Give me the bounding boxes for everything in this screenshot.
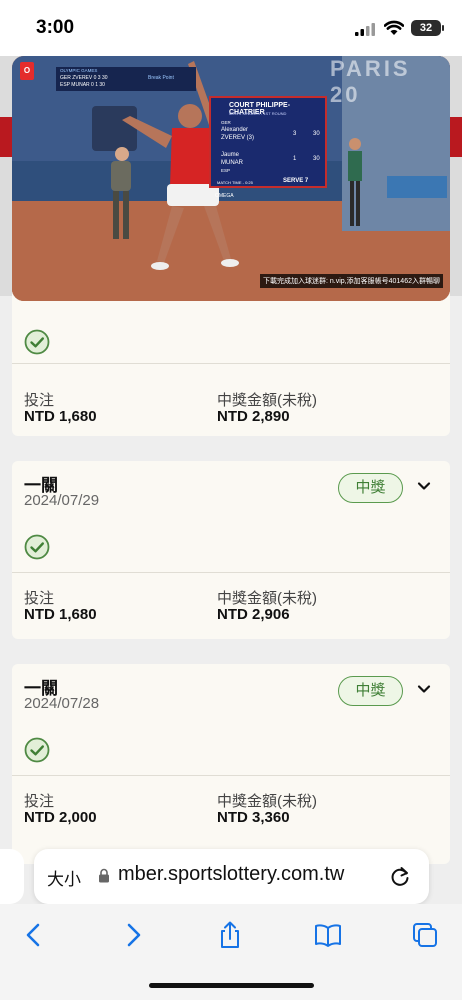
signal-icon	[355, 23, 375, 36]
reload-icon[interactable]	[389, 866, 411, 888]
p1-games: 3	[293, 131, 297, 137]
mini-row: GER ZVEREV 0 3 30	[60, 75, 108, 81]
p1-country: GER	[221, 120, 231, 125]
p1-last-name: ZVEREV (3)	[221, 135, 255, 141]
back-icon[interactable]	[19, 920, 49, 950]
bookmarks-icon[interactable]	[313, 920, 343, 950]
text-size-button[interactable]: 大小	[47, 865, 81, 890]
payout-value: NTD 2,906	[217, 606, 290, 623]
battery-indicator: 32	[411, 20, 441, 36]
p2-games: 1	[293, 156, 297, 162]
bet-label: 投注	[24, 590, 55, 607]
bet-card[interactable]: 一關 2024/07/29 中獎 投注 NTD 1,680 中獎金額(未稅) N…	[12, 461, 450, 639]
check-icon	[24, 737, 50, 763]
p1-first-name: Alexander	[221, 127, 249, 133]
omega-logo: OMEGA	[215, 193, 234, 199]
bet-date: 2024/07/29	[24, 492, 100, 509]
lock-icon	[99, 868, 109, 883]
address-bar[interactable]: 大小 mber.sportslottery.com.tw	[34, 849, 429, 904]
video-pip[interactable]: O PARIS 20 OLYMPIC GAMES GER ZVEREV 0 3 …	[12, 56, 450, 301]
payout-value: NTD 2,890	[217, 408, 290, 425]
status-time: 3:00	[36, 17, 75, 38]
url-field[interactable]: mber.sportslottery.com.tw	[118, 863, 344, 886]
wifi-icon	[384, 20, 404, 35]
forward-icon[interactable]	[118, 920, 148, 950]
mini-title: OLYMPIC GAMES	[60, 68, 98, 73]
chevron-down-icon[interactable]	[417, 481, 431, 491]
battery-tip	[442, 25, 444, 31]
serve-speed: SERVE 7	[283, 178, 309, 184]
payout-label: 中獎金額(未稅)	[217, 793, 317, 810]
video-caption: 下載完成加入球迷群: n.vip,添加客服帳号401462入群暢聊	[260, 274, 443, 288]
p2-last-name: MUNAR	[221, 160, 243, 166]
mini-scoreboard: OLYMPIC GAMES GER ZVEREV 0 3 30 ESP MUNA…	[56, 67, 196, 91]
chevron-down-icon[interactable]	[417, 684, 431, 694]
bet-value: NTD 1,680	[24, 408, 97, 425]
p2-first-name: Jaume	[221, 152, 240, 158]
score-panel: COURT PHILIPPE-CHATRIER MEN'S SINGLES - …	[209, 96, 327, 188]
status-badge: 中獎	[338, 676, 403, 706]
mini-row: ESP MUNAR 0 1 30	[60, 82, 105, 88]
status-badge: 中獎	[338, 473, 403, 503]
check-icon	[24, 534, 50, 560]
bet-label: 投注	[24, 392, 55, 409]
payout-label: 中獎金額(未稅)	[217, 590, 317, 607]
home-indicator	[149, 983, 314, 988]
break-point-label: Break Point	[148, 75, 174, 81]
p2-points: 30	[313, 156, 320, 162]
bet-date: 2024/07/28	[24, 695, 100, 712]
match-time: MATCH TIME - 0:25	[217, 180, 253, 185]
bet-value: NTD 2,000	[24, 809, 97, 826]
bet-card[interactable]: 一關 2024/07/28 中獎 投注 NTD 2,000 中獎金額(未稅) N…	[12, 664, 450, 864]
payout-label: 中獎金額(未稅)	[217, 392, 317, 409]
p2-country: ESP	[221, 168, 231, 173]
paris-banner: PARIS 20	[330, 56, 411, 107]
bet-value: NTD 1,680	[24, 606, 97, 623]
round-subtitle: MEN'S SINGLES - 1ST ROUND	[229, 111, 287, 116]
browser-toolbar	[0, 904, 462, 1000]
bet-label: 投注	[24, 793, 55, 810]
broadcaster-logo: O	[20, 62, 34, 80]
check-icon	[24, 329, 50, 355]
status-bar: 3:00 32	[0, 0, 462, 56]
payout-value: NTD 3,360	[217, 809, 290, 826]
share-icon[interactable]	[215, 920, 245, 950]
p1-points: 30	[313, 131, 320, 137]
tabs-icon[interactable]	[410, 920, 440, 950]
previous-tab-peek[interactable]	[0, 849, 24, 904]
